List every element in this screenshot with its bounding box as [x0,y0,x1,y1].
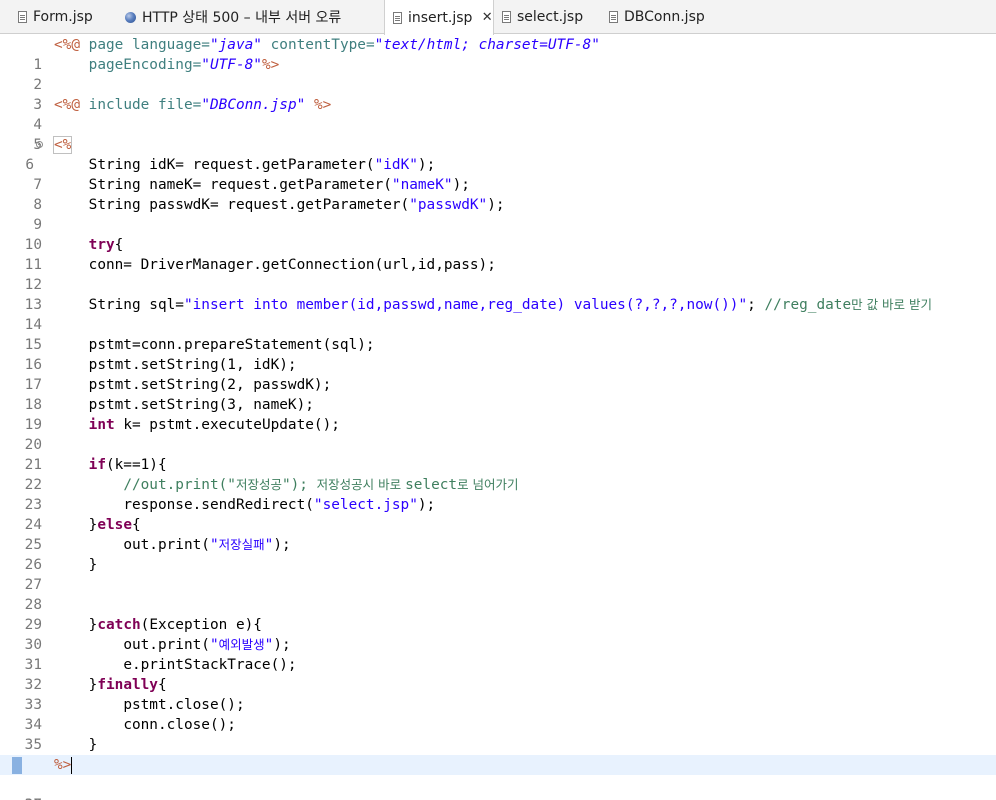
tab-insert-jsp[interactable]: insert.jsp ✕ [384,0,494,35]
code-text: e.printStackTrace(); [123,657,297,673]
code-line[interactable]: 27 } [0,555,996,593]
code-line[interactable]: 25 }else{ [0,515,996,553]
code-line[interactable]: 30 }catch(Exception e){ [0,615,996,653]
code-text: out.print("저장실패"); [123,537,291,553]
code-editor[interactable]: 1 <%@ page language="java" contentType="… [0,35,996,800]
quick-diff-marker [12,757,22,774]
jsp-file-icon [502,11,511,23]
code-line[interactable]: 8 String nameK= request.getParameter("na… [0,175,996,213]
line-number: 38 [0,795,42,800]
tab-label: Form.jsp [33,9,93,25]
code-text: %> [54,756,73,774]
code-text: String sql="insert into member(id,passwd… [88,297,933,313]
code-text: out.print("예외발생"); [123,637,291,653]
code-text: <%@ include file="DBConn.jsp" %> [54,97,332,113]
code-text: }finally{ [88,677,167,693]
code-line[interactable]: 35 conn.close(); [0,715,996,753]
jsp-file-icon [609,11,618,23]
code-text: }else{ [88,517,141,533]
code-text: String passwdK= request.getParameter("pa… [88,197,505,213]
code-line[interactable]: 28 [0,575,996,613]
tab-http-500-error[interactable]: HTTP 상태 500 – 내부 서버 오류 [118,0,384,34]
code-text: String idK= request.getParameter("idK"); [88,157,436,173]
jsp-file-icon [18,11,27,23]
code-line[interactable]: 5 [0,115,996,153]
tab-label: select.jsp [517,9,584,25]
code-line[interactable]: 24 response.sendRedirect("select.jsp"); [0,495,996,533]
code-line-current[interactable]: 37 %> [0,755,996,800]
code-line[interactable]: 18 pstmt.setString(2, passwdK); [0,375,996,413]
tab-form-jsp[interactable]: Form.jsp [0,0,118,34]
code-line[interactable]: 14 String sql="insert into member(id,pas… [0,295,996,333]
code-text: int k= pstmt.executeUpdate(); [88,417,340,433]
code-line[interactable]: 20 int k= pstmt.executeUpdate(); [0,415,996,453]
code-text: if(k==1){ [88,457,167,473]
code-line[interactable]: 33 }finally{ [0,675,996,713]
code-line[interactable]: 1 <%@ page language="java" contentType="… [0,35,996,73]
fold-collapse-icon[interactable] [36,141,43,148]
code-line[interactable]: 19 pstmt.setString(3, nameK); [0,395,996,433]
code-line[interactable]: 12 conn= DriverManager.getConnection(url… [0,255,996,293]
browser-globe-icon [125,11,136,23]
code-line[interactable]: 38 [0,775,996,800]
tab-label: insert.jsp [408,9,473,26]
code-line[interactable]: 9 String passwdK= request.getParameter("… [0,195,996,233]
code-line[interactable]: 31 out.print("예외발생"); [0,635,996,673]
code-line[interactable]: 26 out.print("저장실패"); [0,535,996,573]
code-text: } [88,557,98,573]
code-text: conn.close(); [123,717,236,733]
code-line[interactable]: 32 e.printStackTrace(); [0,655,996,693]
code-line[interactable]: 36 } [0,735,996,773]
code-line[interactable]: 23 //out.print("저장성공"); 저장성공시 바로 select로… [0,475,996,513]
tab-select-jsp[interactable]: select.jsp [494,0,598,34]
code-line[interactable]: 6 <% [0,135,996,173]
code-line[interactable]: 11 try{ [0,235,996,273]
code-line[interactable]: 22 if(k==1){ [0,455,996,493]
code-line[interactable]: 29 [0,595,996,633]
code-text: pstmt.setString(2, passwdK); [88,377,332,393]
code-text: //out.print("저장성공"); 저장성공시 바로 select로 넘어… [123,477,519,493]
code-text: pstmt=conn.prepareStatement(sql); [88,337,375,353]
code-text: pstmt.close(); [123,697,245,713]
code-line[interactable]: 16 pstmt=conn.prepareStatement(sql); [0,335,996,373]
code-text: try{ [88,237,124,253]
code-line[interactable]: 10 [0,215,996,253]
code-text: String nameK= request.getParameter("name… [88,177,470,193]
close-tab-icon[interactable]: ✕ [481,10,493,25]
jsp-file-icon [393,11,402,24]
code-text: response.sendRedirect("select.jsp"); [123,497,436,513]
code-text: pageEncoding="UTF-8"%> [88,57,280,73]
code-text: <%@ page language="java" contentType="te… [54,37,600,53]
tab-label: DBConn.jsp [624,9,705,25]
code-line[interactable]: 21 [0,435,996,473]
code-line[interactable]: 17 pstmt.setString(1, idK); [0,355,996,393]
text-cursor [71,756,73,774]
editor-tab-bar: Form.jsp HTTP 상태 500 – 내부 서버 오류 insert.j… [0,0,996,35]
code-line[interactable]: 15 [0,315,996,353]
code-line[interactable]: 4 <%@ include file="DBConn.jsp" %> [0,95,996,133]
code-line[interactable]: 2 pageEncoding="UTF-8"%> [0,55,996,93]
code-line[interactable]: 34 pstmt.close(); [0,695,996,733]
tab-label: HTTP 상태 500 – 내부 서버 오류 [142,10,342,26]
code-text: pstmt.setString(3, nameK); [88,397,314,413]
code-line[interactable]: 3 [0,75,996,113]
code-text: conn= DriverManager.getConnection(url,id… [88,257,496,273]
code-text: } [88,737,98,753]
code-text: <% [52,136,73,154]
code-line[interactable]: 13 [0,275,996,313]
code-line[interactable]: 7 String idK= request.getParameter("idK"… [0,155,996,193]
code-text: }catch(Exception e){ [88,617,262,633]
tab-dbconn-jsp[interactable]: DBConn.jsp [598,0,728,34]
code-text: pstmt.setString(1, idK); [88,357,297,373]
